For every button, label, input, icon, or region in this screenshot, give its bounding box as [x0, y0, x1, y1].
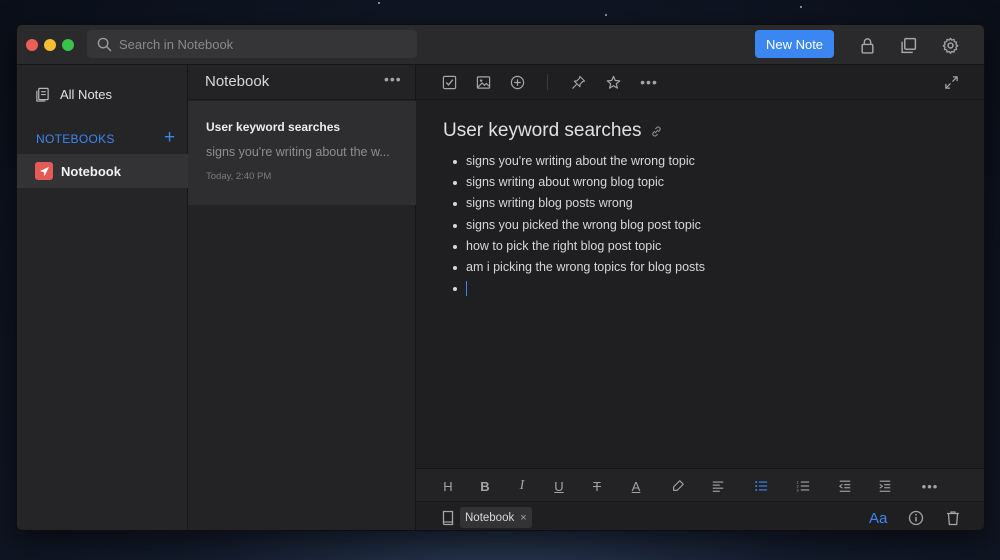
- indent-button[interactable]: [876, 478, 894, 494]
- close-window-button[interactable]: [26, 39, 38, 51]
- note-list-title: Notebook: [205, 73, 270, 90]
- notebooks-header: NOTEBOOKS: [36, 132, 115, 146]
- more-icon[interactable]: •••: [640, 73, 658, 91]
- lock-button[interactable]: [857, 35, 877, 55]
- text-cursor: [466, 281, 467, 297]
- notes-icon: [36, 87, 49, 102]
- duplicate-icon: [900, 37, 916, 53]
- list-item[interactable]: signs writing blog posts wrong: [451, 193, 705, 214]
- paper-plane-icon: [39, 166, 49, 176]
- app-window: New Note All Notes NOTEBOOKS + Notebook …: [16, 24, 985, 531]
- svg-text:3: 3: [796, 487, 799, 492]
- document-title-text: User keyword searches: [443, 120, 642, 141]
- sidebar-item-all-notes[interactable]: All Notes: [35, 87, 112, 102]
- note-list-more-button[interactable]: •••: [384, 71, 402, 87]
- note-snippet: signs you're writing about the w...: [206, 145, 390, 159]
- bullet-list-icon: [755, 481, 768, 491]
- format-more-button[interactable]: •••: [921, 478, 939, 494]
- heading-button[interactable]: H: [439, 478, 457, 494]
- list-item[interactable]: User keyword searches signs you're writi…: [188, 101, 416, 205]
- editor-toolbar: •••: [416, 65, 984, 100]
- trash-icon: [947, 511, 959, 526]
- note-list-header: Notebook •••: [188, 65, 415, 100]
- format-toolbar: H B I U T A 123 •••: [416, 468, 984, 502]
- highlighter-icon: [673, 480, 684, 491]
- minimize-window-button[interactable]: [44, 39, 56, 51]
- checkbox-button[interactable]: [440, 73, 458, 91]
- star: [605, 14, 607, 16]
- indent-icon: [879, 480, 891, 492]
- list-item-empty[interactable]: [451, 278, 705, 299]
- notebook-tag[interactable]: Notebook ×: [460, 507, 532, 528]
- strikethrough-button[interactable]: T: [588, 478, 606, 494]
- sidebar-item-notebook[interactable]: Notebook: [17, 154, 188, 188]
- tag-remove-button[interactable]: ×: [520, 512, 526, 524]
- add-notebook-button[interactable]: +: [164, 128, 175, 147]
- text-color-button[interactable]: A: [627, 478, 645, 494]
- tag-label: Notebook: [465, 511, 515, 524]
- editor-footer: Notebook × Aa: [416, 502, 984, 530]
- sidebar-item-label: All Notes: [60, 87, 113, 102]
- insert-image-button[interactable]: [474, 73, 492, 91]
- favorite-button[interactable]: [604, 73, 622, 91]
- sidebar-item-label: Notebook: [61, 163, 121, 179]
- delete-button[interactable]: [944, 509, 962, 527]
- align-button[interactable]: [709, 478, 727, 494]
- numbered-list-button[interactable]: 123: [794, 478, 812, 494]
- bullet-list[interactable]: signs you're writing about the wrong top…: [451, 151, 705, 299]
- note-title: User keyword searches: [206, 120, 341, 134]
- expand-button[interactable]: [942, 73, 960, 91]
- sidebar: All Notes NOTEBOOKS + Notebook: [17, 65, 188, 530]
- list-item[interactable]: signs you picked the wrong blog post top…: [451, 215, 705, 236]
- outdent-icon: [838, 480, 851, 492]
- add-circle-icon: [510, 75, 524, 89]
- settings-button[interactable]: [940, 35, 960, 55]
- gear-icon: [942, 37, 958, 54]
- duplicate-button[interactable]: [898, 35, 918, 55]
- titlebar: New Note: [17, 25, 984, 65]
- editor: ••• User keyword searches signs you're w…: [416, 65, 984, 530]
- insert-button[interactable]: [508, 73, 526, 91]
- highlight-button[interactable]: [669, 478, 687, 494]
- info-button[interactable]: [907, 509, 925, 527]
- note-date: Today, 2:40 PM: [206, 171, 272, 182]
- outdent-button[interactable]: [836, 478, 854, 494]
- bold-button[interactable]: B: [476, 478, 494, 494]
- list-item[interactable]: am i picking the wrong topics for blog p…: [451, 257, 705, 278]
- checkbox-icon: [442, 75, 456, 89]
- expand-icon: [944, 75, 958, 89]
- toolbar-divider: [547, 74, 548, 90]
- underline-button[interactable]: U: [550, 478, 568, 494]
- new-note-button[interactable]: New Note: [755, 30, 834, 58]
- pin-button[interactable]: [569, 73, 587, 91]
- search-bar[interactable]: [87, 30, 417, 58]
- bullet-list-button[interactable]: [752, 478, 770, 494]
- document-title[interactable]: User keyword searches: [443, 120, 663, 142]
- notebook-select-button[interactable]: [439, 509, 457, 527]
- numbered-list-icon: 123: [796, 479, 810, 492]
- list-item[interactable]: how to pick the right blog post topic: [451, 236, 705, 257]
- zoom-window-button[interactable]: [62, 39, 74, 51]
- italic-button[interactable]: I: [513, 478, 531, 494]
- image-icon: [476, 75, 490, 89]
- lock-icon: [860, 37, 874, 54]
- info-icon: [908, 510, 924, 526]
- star: [378, 2, 380, 4]
- link-icon[interactable]: [650, 125, 663, 138]
- align-left-icon: [712, 481, 724, 492]
- list-item[interactable]: signs writing about wrong blog topic: [451, 172, 705, 193]
- search-input[interactable]: [119, 36, 409, 52]
- book-icon: [442, 510, 454, 526]
- star: [800, 6, 802, 8]
- list-item[interactable]: signs you're writing about the wrong top…: [451, 151, 705, 172]
- font-settings-button[interactable]: Aa: [869, 510, 887, 527]
- star-icon: [606, 75, 620, 89]
- pin-icon: [571, 75, 585, 89]
- notebook-icon: [35, 162, 53, 180]
- search-icon: [97, 37, 112, 51]
- note-list: Notebook ••• User keyword searches signs…: [188, 65, 416, 530]
